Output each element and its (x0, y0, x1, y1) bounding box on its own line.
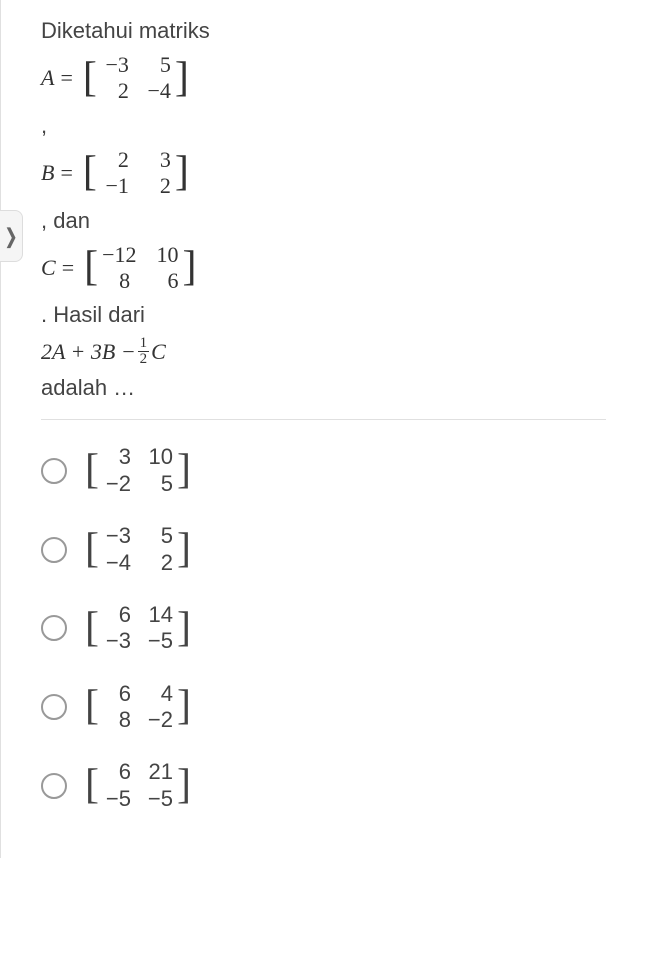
matrix-b: [ 2 3 −1 2 ] (83, 147, 189, 200)
radio-icon (41, 615, 67, 641)
chevron-right-icon: ❭ (3, 224, 20, 249)
matrix-a-definition: A = [ −3 5 2 −4 ] (41, 52, 606, 105)
option-matrix: [ 6 4 8 −2 ] (85, 681, 191, 734)
prev-nav-tab[interactable]: ❭ (0, 210, 23, 262)
comma-separator: , (41, 113, 606, 139)
divider (41, 419, 606, 420)
equals-sign: = (62, 255, 74, 281)
dan-text: , dan (41, 208, 606, 234)
matrix-c-definition: C = [ −12 10 8 6 ] (41, 242, 606, 295)
option-matrix: [ 6 21 −5 −5 ] (85, 759, 191, 812)
option-matrix: [ −3 5 −4 2 ] (85, 523, 191, 576)
option-matrix: [ 6 14 −3 −5 ] (85, 602, 191, 655)
option-5[interactable]: [ 6 21 −5 −5 ] (41, 759, 606, 812)
matrix-b-label: B (41, 160, 54, 186)
hasil-text: . Hasil dari (41, 302, 606, 328)
option-4[interactable]: [ 6 4 8 −2 ] (41, 681, 606, 734)
option-1[interactable]: [ 3 10 −2 5 ] (41, 444, 606, 497)
adalah-text: adalah … (41, 375, 606, 401)
matrix-c-label: C (41, 255, 56, 281)
fraction-half: 1 2 (138, 336, 150, 367)
option-3[interactable]: [ 6 14 −3 −5 ] (41, 602, 606, 655)
options-list: [ 3 10 −2 5 ] (41, 444, 606, 812)
expression: 2A + 3B − 1 2 C (41, 336, 606, 367)
question-body: Diketahui matriks A = [ −3 5 2 −4 ] (0, 0, 646, 858)
question-intro: Diketahui matriks (41, 18, 606, 44)
expression-part1: 2A + 3B − (41, 339, 136, 365)
expression-part2: C (151, 339, 166, 365)
radio-icon (41, 458, 67, 484)
matrix-b-definition: B = [ 2 3 −1 2 ] (41, 147, 606, 200)
matrix-a: [ −3 5 2 −4 ] (83, 52, 189, 105)
matrix-a-label: A (41, 65, 54, 91)
equals-sign: = (60, 160, 72, 186)
option-2[interactable]: [ −3 5 −4 2 ] (41, 523, 606, 576)
option-matrix: [ 3 10 −2 5 ] (85, 444, 191, 497)
radio-icon (41, 773, 67, 799)
radio-icon (41, 537, 67, 563)
matrix-c: [ −12 10 8 6 ] (84, 242, 196, 295)
radio-icon (41, 694, 67, 720)
equals-sign: = (60, 65, 72, 91)
